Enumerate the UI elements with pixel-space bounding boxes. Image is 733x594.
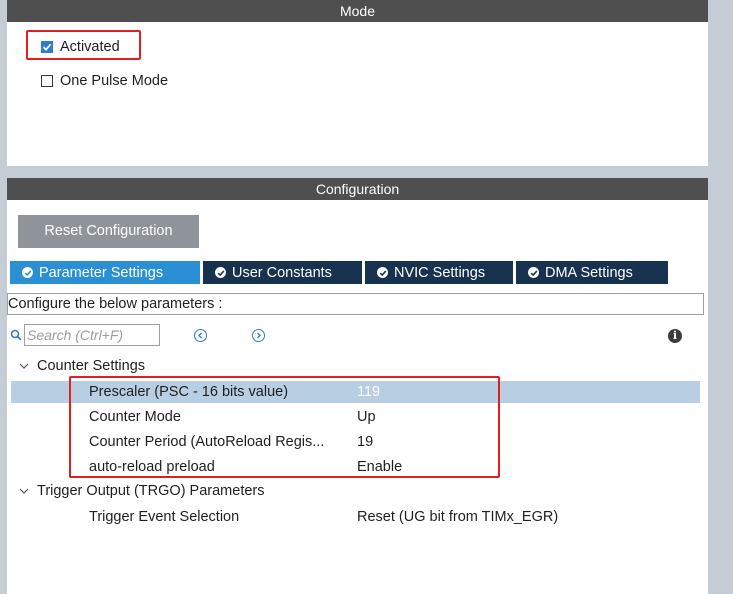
previous-match-icon[interactable] bbox=[194, 329, 207, 342]
search-row: Search (Ctrl+F) bbox=[10, 323, 160, 347]
tab-label: User Constants bbox=[232, 264, 332, 281]
tab-label: Parameter Settings bbox=[39, 264, 164, 281]
check-circle-icon bbox=[528, 267, 539, 278]
search-input[interactable]: Search (Ctrl+F) bbox=[24, 324, 160, 346]
check-circle-icon bbox=[22, 267, 33, 278]
chevron-down-icon bbox=[19, 363, 29, 370]
group-trigger-output[interactable]: Trigger Output (TRGO) Parameters bbox=[19, 483, 265, 499]
tab-label: NVIC Settings bbox=[394, 264, 486, 281]
group-counter-settings[interactable]: Counter Settings bbox=[19, 358, 145, 374]
configuration-header: Configuration bbox=[7, 178, 708, 200]
next-match-icon[interactable] bbox=[252, 329, 265, 342]
tab-nvic-settings[interactable]: NVIC Settings bbox=[365, 261, 513, 284]
group-label: Counter Settings bbox=[37, 358, 146, 374]
settings-tabs: Parameter Settings User Constants NVIC S… bbox=[10, 261, 671, 284]
tab-label: DMA Settings bbox=[545, 264, 633, 281]
configuration-panel: Configuration Reset Configuration Parame… bbox=[7, 178, 708, 594]
param-name: Trigger Event Selection bbox=[89, 509, 240, 525]
one-pulse-label: One Pulse Mode bbox=[60, 73, 169, 89]
configure-info-text: Configure the below parameters : bbox=[7, 293, 704, 315]
check-circle-icon bbox=[215, 267, 226, 278]
mode-header: Mode bbox=[7, 0, 708, 22]
reset-configuration-button[interactable]: Reset Configuration bbox=[18, 215, 199, 248]
info-icon[interactable]: i bbox=[668, 329, 682, 343]
search-icon bbox=[10, 329, 22, 341]
param-row-trigger-event-selection[interactable]: Trigger Event Selection Reset (UG bit fr… bbox=[11, 506, 700, 528]
highlight-box-counter-params bbox=[69, 376, 500, 478]
one-pulse-checkbox[interactable]: One Pulse Mode bbox=[41, 73, 168, 89]
checkbox-unchecked-icon[interactable] bbox=[41, 75, 53, 87]
group-label: Trigger Output (TRGO) Parameters bbox=[37, 483, 265, 499]
tab-user-constants[interactable]: User Constants bbox=[203, 261, 362, 284]
tab-dma-settings[interactable]: DMA Settings bbox=[516, 261, 668, 284]
param-value[interactable]: Reset (UG bit from TIMx_EGR) bbox=[357, 506, 558, 528]
mode-panel: Mode Activated One Pulse Mode bbox=[7, 0, 708, 166]
highlight-box-activated bbox=[26, 30, 141, 60]
tab-parameter-settings[interactable]: Parameter Settings bbox=[10, 261, 200, 284]
check-circle-icon bbox=[377, 267, 388, 278]
chevron-down-icon bbox=[19, 488, 29, 495]
